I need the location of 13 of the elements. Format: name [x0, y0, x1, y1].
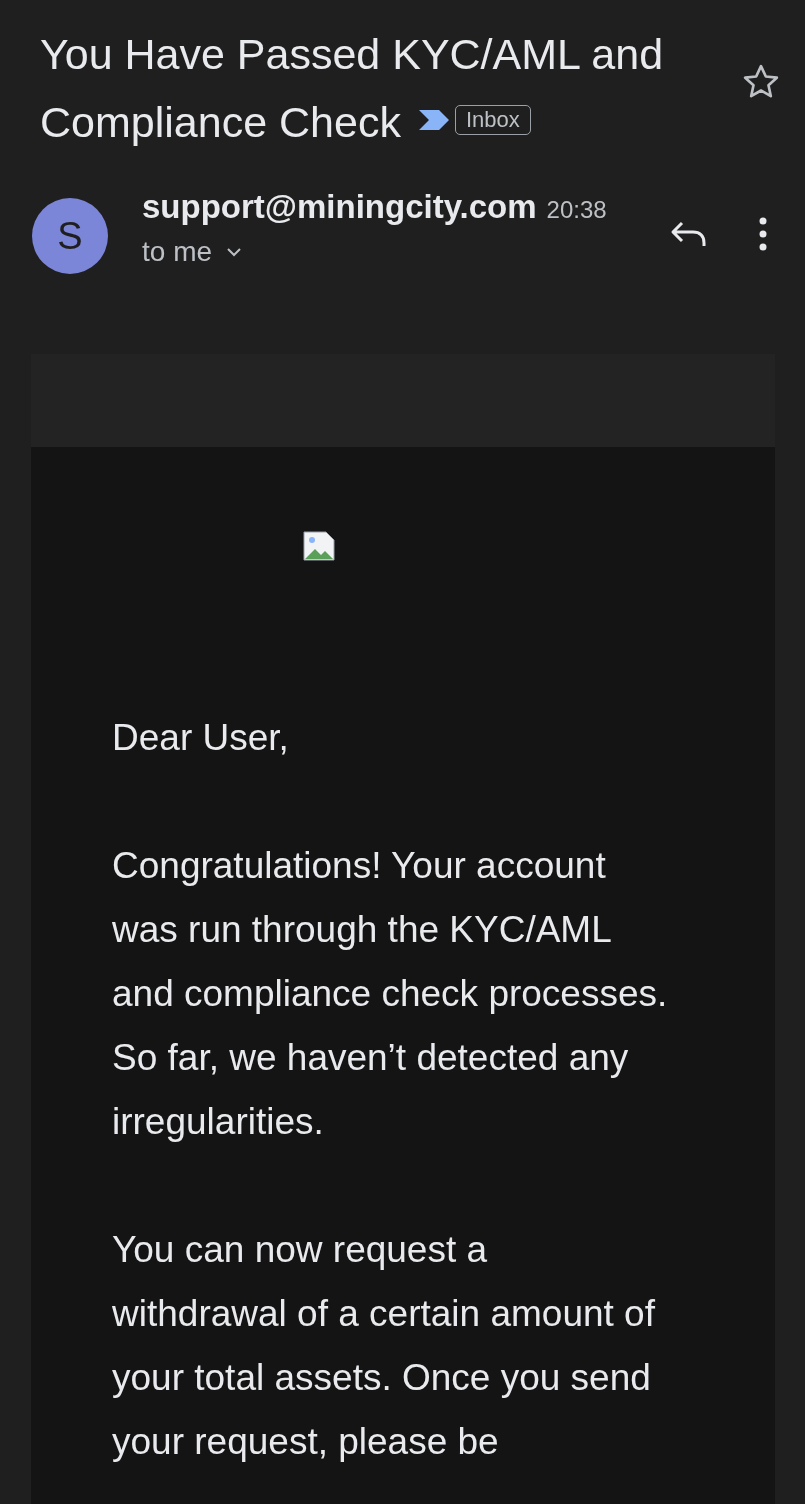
- more-vertical-icon: [759, 217, 767, 251]
- inbox-label[interactable]: Inbox: [454, 104, 531, 135]
- sender-avatar[interactable]: S: [32, 198, 108, 274]
- recipient-details-toggle[interactable]: to me: [142, 236, 243, 268]
- body-paragraph: You can now request a withdrawal of a certain amount of your total assets. Once you send your request, please be: [112, 1228, 656, 1464]
- sent-time: 20:38: [546, 196, 607, 223]
- email-subject: You Have Passed KYC/AML and Compliance Check Inbox: [40, 29, 665, 148]
- broken-image-icon: [303, 531, 335, 561]
- chevron-down-icon: [226, 247, 243, 257]
- body-paragraph: Dear User,: [112, 716, 290, 760]
- body-paragraph: Congratulations! Your account was run through the KYC/AML and compliance check processes. So far, we haven’t detected any irregularities.: [112, 844, 669, 1144]
- reply-icon: [670, 219, 708, 249]
- sender-email: support@miningcity.com: [142, 188, 537, 225]
